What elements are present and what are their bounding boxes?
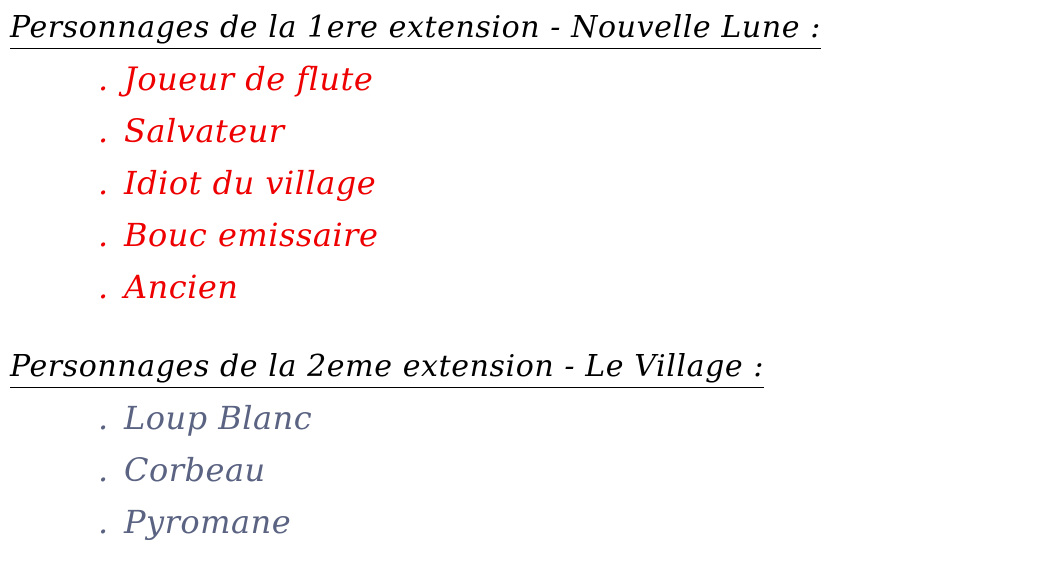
character-name: Bouc emissaire — [124, 216, 379, 254]
bullet: . — [98, 451, 109, 489]
character-name: Joueur de flute — [124, 60, 374, 98]
bullet: . — [98, 503, 109, 541]
section-second-expansion: Personnages de la 2eme extension - Le Vi… — [10, 347, 1040, 548]
character-item: . Ancien — [10, 261, 1040, 313]
character-item: . Idiot du village — [10, 157, 1040, 209]
character-name: Corbeau — [124, 451, 266, 489]
bullet: . — [98, 60, 109, 98]
character-item: . Bouc emissaire — [10, 209, 1040, 261]
character-item: . Salvateur — [10, 105, 1040, 157]
bullet: . — [98, 164, 109, 202]
character-item: . Pyromane — [10, 496, 1040, 548]
character-item: . Corbeau — [10, 444, 1040, 496]
bullet: . — [98, 268, 109, 306]
section-first-expansion: Personnages de la 1ere extension - Nouve… — [10, 8, 1040, 313]
character-item: . Loup Blanc — [10, 392, 1040, 444]
bullet: . — [98, 216, 109, 254]
bullet: . — [98, 399, 109, 437]
section-title: Personnages de la 1ere extension - Nouve… — [10, 8, 821, 49]
character-name: Idiot du village — [124, 164, 377, 202]
character-name: Ancien — [124, 268, 239, 306]
bullet: . — [98, 112, 109, 150]
character-name: Pyromane — [124, 503, 292, 541]
character-item: . Joueur de flute — [10, 53, 1040, 105]
character-list: . Joueur de flute . Salvateur . Idiot du… — [10, 53, 1040, 313]
section-title: Personnages de la 2eme extension - Le Vi… — [10, 347, 765, 388]
character-name: Salvateur — [124, 112, 285, 150]
character-list: . Loup Blanc . Corbeau . Pyromane — [10, 392, 1040, 548]
character-name: Loup Blanc — [124, 399, 313, 437]
